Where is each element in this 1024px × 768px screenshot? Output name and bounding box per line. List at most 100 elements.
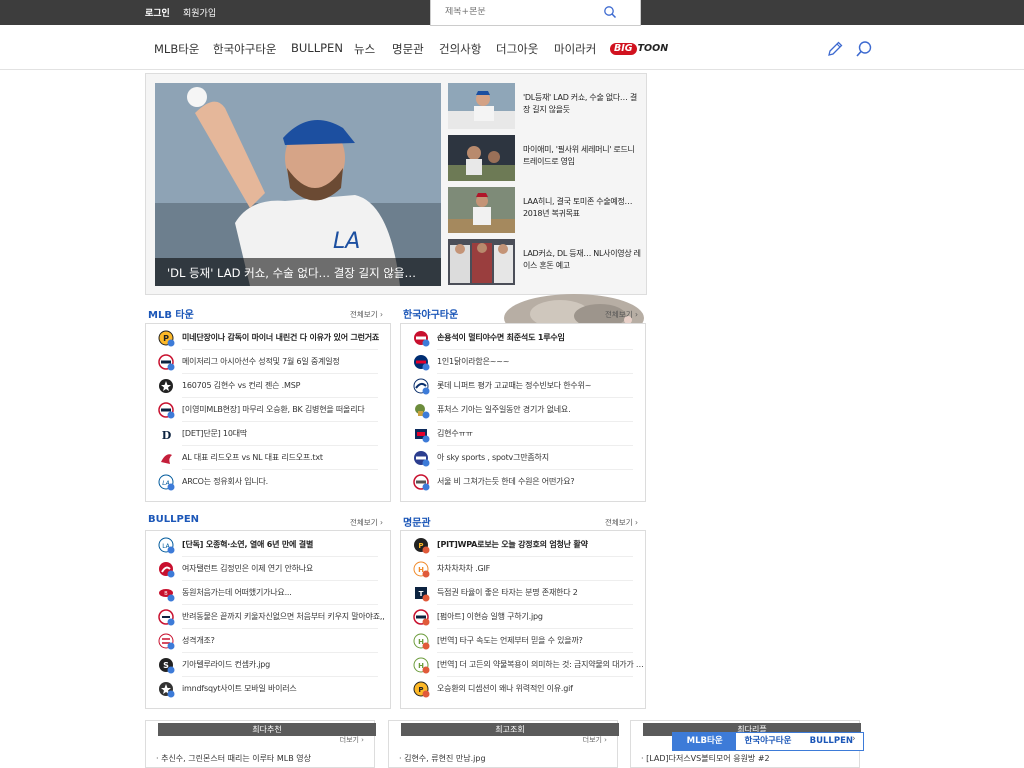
- list-item[interactable]: 롯데 니퍼트 평가 고교때는 정수빈보다 한수위~: [401, 374, 645, 398]
- post-title: 손용석이 멀티야수면 최준석도 1루수임: [437, 333, 565, 342]
- login-link[interactable]: 로그인: [145, 6, 170, 19]
- most-recommended-panel: 최다추천 더보기 › · 추신수, 그린몬스터 때리는 이루타 MLB 영상: [145, 720, 376, 768]
- list-item[interactable]: 손용석이 멀티야수면 최준석도 1루수임: [401, 326, 645, 350]
- list-item[interactable]: AL 대표 리드오프 vs NL 대표 리드오프.txt: [146, 446, 390, 470]
- side-article[interactable]: 'DL등재' LAD 커쇼, 수술 없다… 결장 길지 않을듯: [448, 83, 643, 129]
- list-item[interactable]: 성격개조?: [146, 629, 390, 653]
- pencil-icon[interactable]: [826, 40, 844, 58]
- search-input[interactable]: [445, 7, 595, 17]
- nav-dugout[interactable]: 더그아웃: [496, 41, 538, 57]
- list-item[interactable]: 여자탤런트 김정민은 이제 연기 안하나요: [146, 557, 390, 581]
- replies-tabs: MLB타운 한국야구타운 BULLPEN: [672, 732, 864, 751]
- section-title-korea[interactable]: 한국야구타운: [403, 306, 458, 321]
- team-logo-icon: LA: [158, 474, 175, 491]
- side-article[interactable]: LAA히니, 결국 토미존 수술예정… 2018년 복귀목표: [448, 187, 643, 233]
- section-title-bullpen[interactable]: BULLPEN: [148, 514, 199, 525]
- list-item[interactable]: · 추신수, 그린몬스터 때리는 이루타 MLB 영상: [156, 753, 311, 764]
- nav-korea-baseball-town[interactable]: 한국야구타운: [213, 41, 276, 57]
- post-title: 성격개조?: [182, 636, 215, 645]
- list-item[interactable]: · [LAD]다저스VS볼티모어 응원방 #2: [641, 753, 770, 764]
- mlb-post-list: P 미네단장이나 감독이 마이너 내린건 다 이유가 있어 그런거죠 메이저리그…: [145, 323, 391, 502]
- side-article[interactable]: 마이애미, '필사위 세레머니' 로드니 트레이드로 영입: [448, 135, 643, 181]
- list-item[interactable]: 퓨처스 기아는 일주일동안 경기가 없네요.: [401, 398, 645, 422]
- view-all-link[interactable]: 전체보기 ›: [350, 309, 383, 320]
- post-title: [이영미MLB현장] 마무리 오승환, BK 김병현을 떠올리다: [182, 405, 365, 414]
- list-item[interactable]: 아 sky sports , spotv그만좀하지: [401, 446, 645, 470]
- nav-bullpen[interactable]: BULLPEN: [291, 41, 343, 55]
- list-item[interactable]: 서울 비 그쳐가는듯 한데 수원은 어떤가요?: [401, 470, 645, 494]
- nav-mlb-town[interactable]: MLB타운: [154, 41, 199, 57]
- list-item[interactable]: P 미네단장이나 감독이 마이너 내린건 다 이유가 있어 그런거죠: [146, 326, 390, 350]
- list-item[interactable]: 김현수ㅠㅠ: [401, 422, 645, 446]
- post-title: 메이저리그 아시아선수 성적및 7월 6일 중계일정: [182, 357, 340, 366]
- team-logo-icon: [159, 682, 175, 698]
- more-link[interactable]: 더보기 ›: [583, 735, 607, 745]
- search-box: [430, 0, 641, 26]
- signup-link[interactable]: 회원가입: [183, 6, 216, 19]
- most-viewed-panel: 최고조회 더보기 › · 김현수, 류현진 만남.jpg: [388, 720, 619, 768]
- list-item[interactable]: P 오승환의 디셉션이 왜나 위력적인 이유.gif: [401, 677, 645, 701]
- team-logo-icon: P: [413, 681, 430, 698]
- list-item[interactable]: 반려동물은 끝까지 키울자신없으면 처음부터 키우지 말아야죠,,: [146, 605, 390, 629]
- post-title: 반려동물은 끝까지 키울자신없으면 처음부터 키우지 말아야죠,,: [182, 612, 385, 621]
- list-item[interactable]: T 득점권 타율이 좋은 타자는 분명 존재한다 2: [401, 581, 645, 605]
- team-logo-icon: T: [415, 587, 430, 602]
- list-item[interactable]: S 기아텔루라이드 컨셉카.jpg: [146, 653, 390, 677]
- article-thumbnail: [448, 239, 515, 285]
- section-title-mlb[interactable]: MLB 타운: [148, 306, 194, 321]
- tab-mlb-town[interactable]: MLB타운: [673, 733, 737, 750]
- post-title: imndfsqyt사이트 모바일 바이러스: [182, 684, 297, 693]
- article-title: LAA히니, 결국 토미존 수술예정… 2018년 복귀목표: [523, 197, 633, 218]
- search-icon[interactable]: [855, 40, 873, 58]
- view-all-link[interactable]: 전체보기 ›: [605, 309, 638, 320]
- post-title: 차차차차차 .GIF: [437, 564, 491, 573]
- list-item[interactable]: [이영미MLB현장] 마무리 오승환, BK 김병현을 떠올리다: [146, 398, 390, 422]
- side-article[interactable]: LAD커쇼, DL 등재… NL사이영상 레이스 혼돈 예고: [448, 239, 643, 285]
- list-item[interactable]: 1인1닭이라함은~~~: [401, 350, 645, 374]
- post-title: [단독] 오종혁·소연, 열애 6년 만에 결별: [182, 540, 314, 549]
- list-item[interactable]: P [PIT]WPA로보는 오늘 강정호의 엄청난 활약: [401, 533, 645, 557]
- post-title: AL 대표 리드오프 vs NL 대표 리드오프.txt: [182, 453, 323, 462]
- section-title-hall[interactable]: 명문관: [403, 514, 431, 529]
- team-logo-icon: [414, 331, 430, 347]
- bigtoon-logo[interactable]: BIG TOON: [610, 42, 668, 55]
- article-title: 'DL등재' LAD 커쇼, 수술 없다… 결장 길지 않을듯: [523, 93, 637, 114]
- featured-main-article[interactable]: LA 'DL 등재' LAD 커쇼, 수술 없다… 결장 길지 않을…: [155, 83, 441, 286]
- list-item[interactable]: B 동원처음가는데 어떠했기가나요...: [146, 581, 390, 605]
- nav-my-locker[interactable]: 마이라커: [554, 41, 596, 57]
- list-item[interactable]: 메이저리그 아시아선수 성적및 7월 6일 중계일정: [146, 350, 390, 374]
- post-title: 서울 비 그쳐가는듯 한데 수원은 어떤가요?: [437, 477, 575, 486]
- view-all-link[interactable]: 전체보기 ›: [605, 517, 638, 528]
- more-link[interactable]: 더보기 ›: [340, 735, 364, 745]
- list-item[interactable]: 160705 김현수 vs 컨리 젠슨 .MSP: [146, 374, 390, 398]
- svg-text:LA: LA: [333, 229, 360, 254]
- post-title: 여자탤런트 김정민은 이제 연기 안하나요: [182, 564, 314, 573]
- article-thumbnail: [448, 83, 515, 129]
- list-item[interactable]: imndfsqyt사이트 모바일 바이러스: [146, 677, 390, 701]
- post-title: ARCO는 정유회사 입니다.: [182, 477, 269, 486]
- list-item[interactable]: LA ARCO는 정유회사 입니다.: [146, 470, 390, 494]
- post-title: 퓨처스 기아는 일주일동안 경기가 없네요.: [437, 405, 571, 414]
- team-logo-icon: P: [414, 538, 430, 554]
- nav-news[interactable]: 뉴스: [354, 41, 375, 57]
- team-logo-icon: H: [413, 561, 430, 578]
- list-item[interactable]: D [DET]단문] 10대딱: [146, 422, 390, 446]
- post-title: 롯데 니퍼트 평가 고교때는 정수빈보다 한수위~: [437, 381, 592, 390]
- featured-caption[interactable]: 'DL 등재' LAD 커쇼, 수술 없다… 결장 길지 않을…: [155, 258, 441, 286]
- nav-suggestions[interactable]: 건의사항: [439, 41, 481, 57]
- post-title: 기아텔루라이드 컨셉카.jpg: [182, 660, 271, 669]
- post-title: [펌아트] 이현승 일행 구하기.jpg: [437, 612, 543, 621]
- team-logo-icon: D: [160, 428, 173, 442]
- search-icon[interactable]: [603, 5, 617, 19]
- nav-hall[interactable]: 명문관: [392, 41, 424, 57]
- view-all-link[interactable]: 전체보기 ›: [350, 517, 383, 528]
- list-item[interactable]: [펌아트] 이현승 일행 구하기.jpg: [401, 605, 645, 629]
- chevron-right-icon[interactable]: ›: [852, 734, 856, 744]
- list-item[interactable]: H [번역] 더 고든의 약물복용이 의미하는 것: 금지약물의 대가가 …: [401, 653, 645, 677]
- team-logo-icon: H: [413, 633, 430, 650]
- tab-korea-baseball-town[interactable]: 한국야구타운: [736, 733, 800, 750]
- list-item[interactable]: H 차차차차차 .GIF: [401, 557, 645, 581]
- list-item[interactable]: · 김현수, 류현진 만남.jpg: [399, 753, 486, 764]
- list-item[interactable]: LA [단독] 오종혁·소연, 열애 6년 만에 결별: [146, 533, 390, 557]
- list-item[interactable]: H [번역] 타구 속도는 언제부터 믿을 수 있을까?: [401, 629, 645, 653]
